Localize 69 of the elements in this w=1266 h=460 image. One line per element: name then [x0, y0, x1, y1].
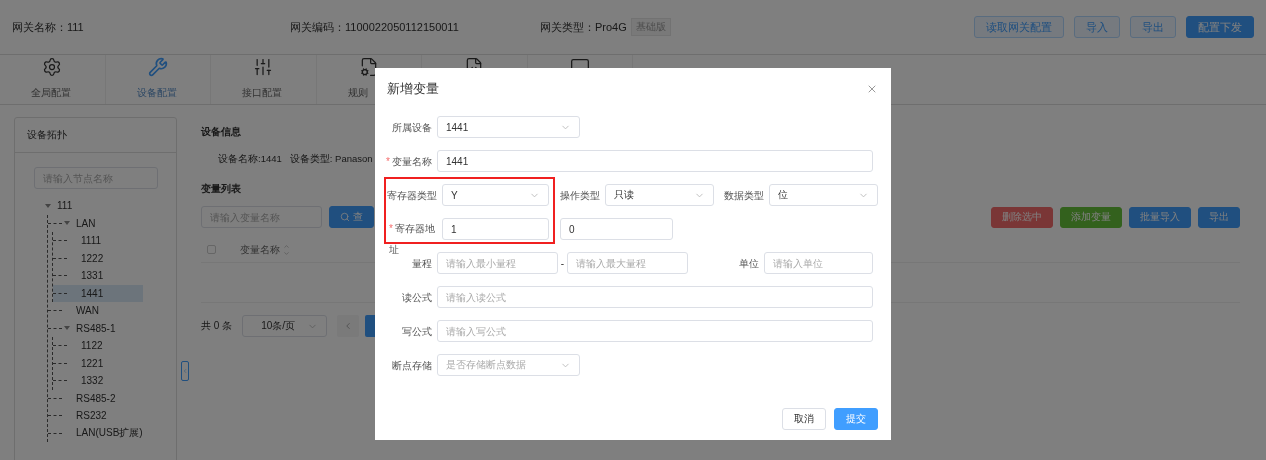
nav-tab[interactable]: 接口配置 — [211, 55, 317, 104]
collapse-button[interactable] — [181, 361, 189, 381]
page-size-select[interactable]: 10条/页 — [242, 315, 328, 337]
field-label: 单位 — [738, 256, 760, 270]
gateway-info: 网关编码：1100022050112150011 — [290, 19, 459, 35]
action-button[interactable]: 导出 — [1198, 206, 1240, 228]
dialog-button[interactable]: 提交 — [834, 408, 878, 430]
settings-icon — [42, 57, 63, 77]
tree-node[interactable]: RS485-2 — [48, 389, 138, 407]
panel-title: 设备拓扑 — [27, 128, 67, 142]
field-label: 断点存储 — [391, 358, 433, 372]
tree-node[interactable]: 1332 — [53, 372, 143, 390]
tree-node[interactable]: LAN(USB扩展) — [48, 424, 147, 442]
text-field[interactable]: 请输入最大量程 — [567, 252, 688, 274]
chevron-left-icon — [182, 367, 188, 375]
wrench-icon — [147, 57, 168, 77]
file-gear-icon — [358, 57, 379, 77]
text-field[interactable]: 0 — [560, 218, 673, 240]
text-field[interactable]: 1441 — [437, 150, 873, 172]
column-header[interactable]: 变量名称 — [240, 242, 290, 257]
field-label: * 变量名称 — [385, 154, 433, 168]
nav-tab[interactable]: 全局配置 — [0, 55, 106, 104]
text-field[interactable]: 请输入单位 — [764, 252, 873, 274]
tree-node[interactable]: 111 — [43, 197, 133, 215]
select-field[interactable]: 1441 — [437, 116, 580, 138]
tree-node[interactable]: RS232 — [48, 407, 138, 425]
field-label: 寄存器类型 — [386, 188, 438, 202]
text-field[interactable]: 1 — [442, 218, 549, 240]
field-label: * 寄存器地址 — [388, 222, 436, 257]
caret-icon[interactable] — [64, 326, 70, 331]
field-label: 读公式 — [401, 290, 433, 304]
field-label: 写公式 — [401, 324, 433, 338]
checkbox[interactable] — [207, 245, 216, 254]
field-label: 操作类型 — [559, 188, 601, 202]
sliders-icon — [253, 57, 274, 77]
device-field: 设备类型: Panason — [289, 153, 373, 166]
caret-icon[interactable] — [45, 203, 51, 208]
tree-node[interactable]: 1331 — [53, 267, 143, 285]
select-field[interactable]: 位 — [769, 184, 878, 206]
monitor-icon — [569, 57, 590, 68]
device-field: 设备名称:1441 — [218, 153, 282, 166]
tree-node[interactable]: 1111 — [53, 232, 143, 250]
select-field[interactable]: 是否存储断点数据 — [437, 354, 580, 376]
field-label: 量程 — [411, 256, 433, 270]
search-icon — [340, 212, 350, 222]
text-field[interactable]: 请输入写公式 — [437, 320, 873, 342]
tree-node[interactable]: LAN — [48, 214, 138, 232]
gateway-info: 网关类型：Pro4G — [540, 19, 627, 35]
total-count: 共 0 条 — [201, 319, 233, 333]
field-label: 所属设备 — [391, 120, 433, 134]
text-field[interactable]: 请输入最小量程 — [437, 252, 558, 274]
gateway-info: 网关名称：111 — [12, 19, 84, 35]
text-field[interactable]: 请输入读公式 — [437, 286, 873, 308]
tree-node[interactable]: 1122 — [53, 337, 143, 355]
select-field[interactable]: 只读 — [605, 184, 714, 206]
tree-node[interactable]: 1221 — [53, 354, 143, 372]
tree-node[interactable]: 1222 — [53, 249, 143, 267]
section-title: 变量列表 — [201, 182, 241, 196]
field-label: 数据类型 — [723, 188, 765, 202]
nav-tab[interactable]: 设备配置 — [105, 55, 211, 104]
tree-node[interactable]: RS485-1 — [48, 319, 138, 337]
select-field[interactable]: Y — [442, 184, 549, 206]
tree-node[interactable]: 1441 — [53, 284, 143, 302]
section-title: 设备信息 — [201, 125, 241, 139]
caret-icon[interactable] — [64, 221, 70, 226]
range-separator: - — [559, 257, 566, 269]
close-button[interactable] — [866, 83, 878, 95]
dialog-button[interactable]: 取消 — [782, 408, 826, 430]
tree-node[interactable]: WAN — [48, 302, 138, 320]
